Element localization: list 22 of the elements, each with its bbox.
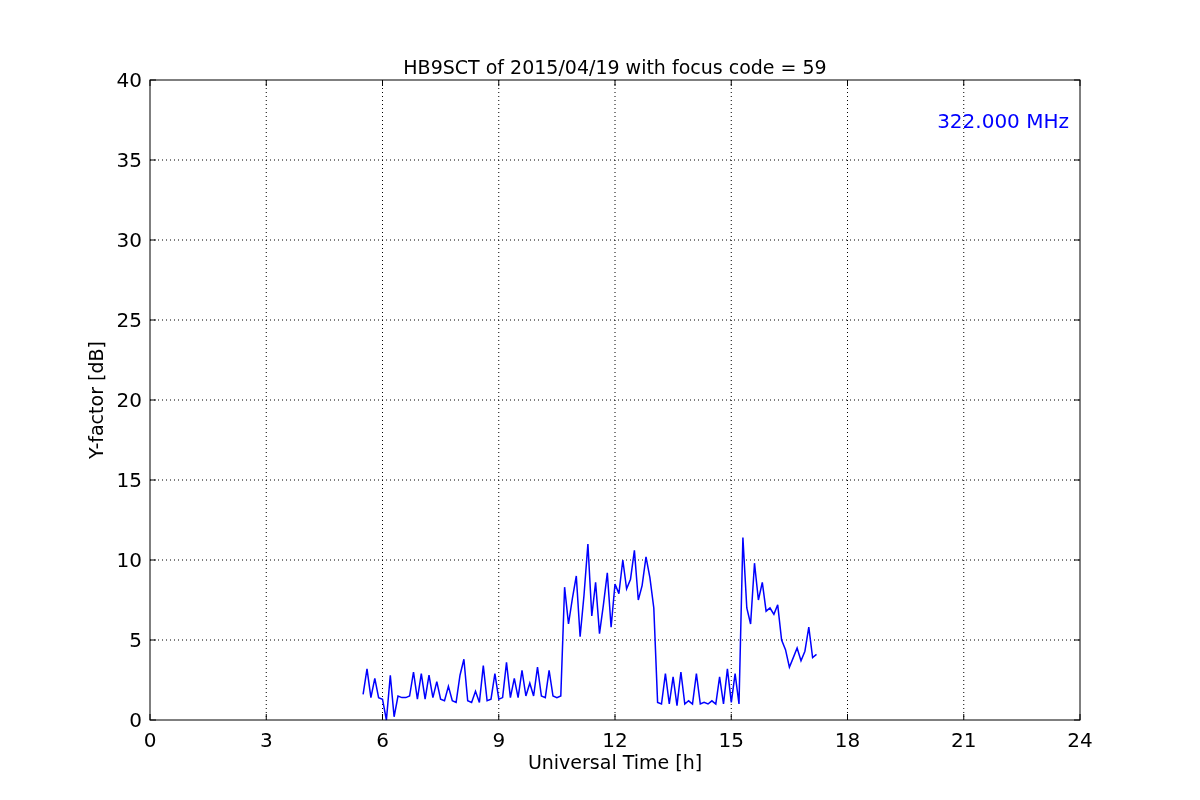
y-tick-label: 35 bbox=[116, 148, 142, 172]
x-tick-label: 15 bbox=[718, 728, 744, 752]
x-tick-label: 18 bbox=[834, 728, 861, 752]
x-tick-label: 24 bbox=[1067, 728, 1093, 752]
y-tick-label: 10 bbox=[116, 548, 142, 572]
y-tick-label: 25 bbox=[116, 308, 142, 332]
x-tick-label: 0 bbox=[143, 728, 157, 752]
y-axis-label: Y-factor [dB] bbox=[85, 341, 107, 459]
x-axis-label: Universal Time [h] bbox=[527, 751, 703, 773]
x-tick-label: 12 bbox=[602, 728, 628, 752]
y-tick-label: 40 bbox=[116, 68, 142, 92]
x-tick-label: 3 bbox=[259, 728, 273, 752]
y-tick-label: 5 bbox=[129, 628, 142, 652]
y-tick-label: 0 bbox=[129, 708, 142, 732]
x-tick-label: 6 bbox=[376, 728, 389, 752]
x-tick-label: 21 bbox=[951, 728, 977, 752]
y-tick-label: 20 bbox=[116, 388, 142, 412]
y-tick-label: 30 bbox=[116, 228, 142, 252]
chart-title: HB9SCT of 2015/04/19 with focus code = 59 bbox=[403, 56, 827, 78]
series-label: 322.000 MHz bbox=[937, 109, 1069, 133]
x-tick-label: 9 bbox=[492, 728, 506, 752]
y-tick-label: 15 bbox=[116, 468, 142, 492]
